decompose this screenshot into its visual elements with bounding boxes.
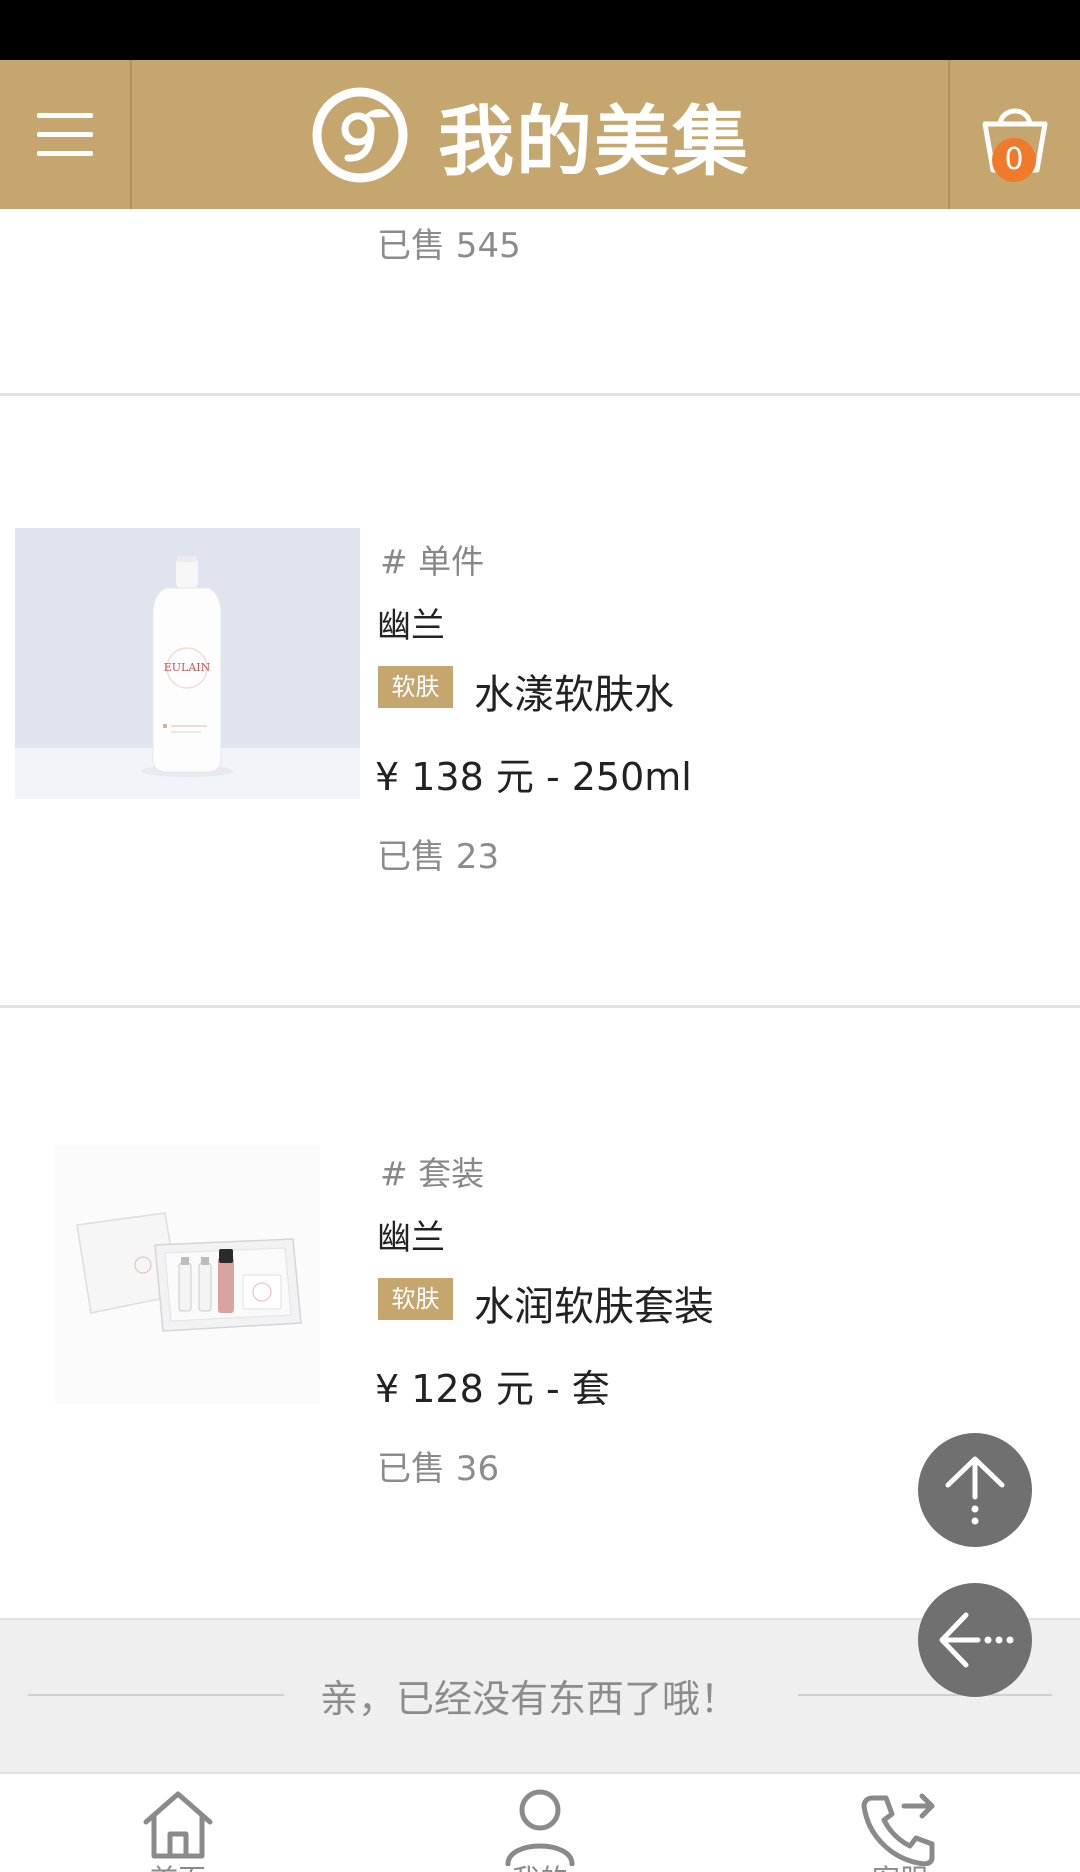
cart-count-badge: 0 (992, 138, 1036, 182)
brand: 我的美集 (310, 80, 750, 190)
brand-logo-icon (312, 87, 408, 183)
nav-item-home[interactable]: 首页 (0, 1774, 360, 1872)
arrow-up-icon (945, 1456, 1005, 1525)
product-brand: 幽兰 (377, 1218, 445, 1258)
product-category: # 单件 (380, 542, 485, 581)
product-sold-count: 已售 36 (377, 1449, 500, 1489)
header-divider (130, 60, 132, 209)
back-button[interactable] (918, 1583, 1032, 1697)
product-sold-count: 已售 545 (377, 226, 521, 266)
cart-button[interactable]: 0 (950, 60, 1080, 209)
scroll-to-top-button[interactable] (918, 1433, 1032, 1547)
menu-icon (37, 112, 93, 156)
product-price: ¥ 128 元 - 套 (375, 1367, 610, 1411)
product-tag: 软肤 (378, 666, 453, 708)
home-icon (143, 1791, 213, 1859)
product-name[interactable]: 水漾软肤水 (474, 662, 674, 720)
product-category: # 套装 (380, 1154, 485, 1193)
phone-forward-icon (861, 1793, 935, 1866)
product-brand: 幽兰 (377, 606, 445, 646)
nav-item-contact[interactable]: 客服 (720, 1774, 1080, 1872)
gift-set-image (76, 1212, 302, 1332)
end-of-list-text: 亲，已经没有东西了哦！ (320, 1677, 739, 1721)
product-name[interactable]: 水润软肤套装 (474, 1274, 714, 1332)
nav-item-profile[interactable]: 我的 (360, 1774, 720, 1872)
list-divider (0, 393, 1080, 396)
product-sold-count: 已售 23 (377, 837, 500, 877)
app-title: 我的美集 (438, 97, 750, 186)
menu-button[interactable] (0, 60, 130, 209)
arrow-left-icon (939, 1612, 1014, 1668)
product-tag: 软肤 (378, 1278, 453, 1320)
toner-bottle-image: EULAIN (141, 556, 233, 777)
status-bar (0, 0, 1080, 60)
divider-line (28, 1694, 284, 1696)
user-icon (505, 1789, 575, 1866)
product-price: ¥ 138 元 - 250ml (375, 755, 692, 799)
app-header: 我的美集 0 (0, 60, 1080, 209)
bottle-brand-text: EULAIN (164, 661, 211, 674)
product-image[interactable]: EULAIN (15, 528, 360, 799)
product-image[interactable] (55, 1145, 320, 1405)
list-divider (0, 1005, 1080, 1008)
bottom-nav: 首页 我的 客服 (0, 1772, 1080, 1872)
